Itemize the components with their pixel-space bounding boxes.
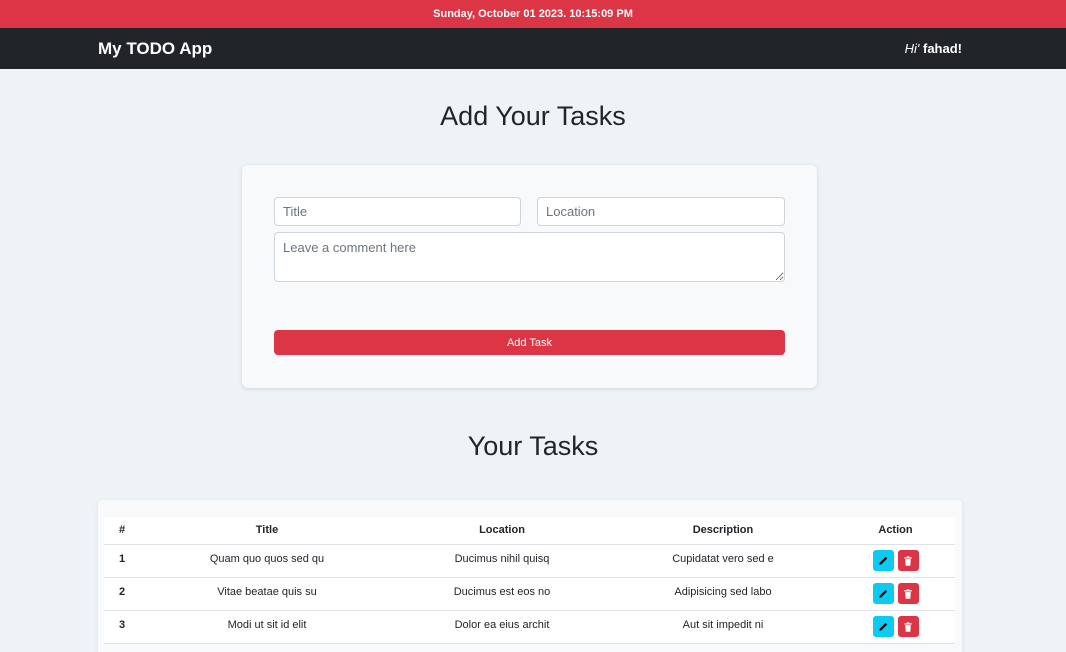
row-description: Aut sit impedit ni [610, 610, 836, 644]
row-title: Vitae beatae quis su [140, 577, 394, 611]
trash-icon [904, 555, 912, 566]
row-location: Dolor ea eius archit [394, 610, 610, 644]
row-number: 2 [104, 577, 140, 611]
date-time-text: Sunday, October 01 2023. 10:15:09 PM [433, 8, 633, 20]
table-row: 1 Quam quo quos sed qu Ducimus nihil qui… [104, 544, 955, 578]
add-task-form: Add Task [242, 165, 817, 388]
your-tasks-heading: Your Tasks [467, 431, 599, 461]
navbar: My TODO App Hi' fahad! [0, 28, 1066, 69]
row-title: Modi ut sit id elit [140, 610, 394, 644]
username: fahad! [923, 41, 962, 56]
row-description: Cupidatat vero sed e [610, 544, 836, 578]
edit-button[interactable] [872, 583, 894, 604]
delete-button[interactable] [897, 616, 919, 637]
row-actions [836, 544, 955, 578]
row-actions [836, 610, 955, 644]
row-location: Ducimus nihil quisq [394, 544, 610, 578]
title-input[interactable] [274, 197, 521, 226]
row-number: 1 [104, 544, 140, 578]
pencil-icon [879, 622, 888, 631]
column-header-action: Action [836, 517, 955, 545]
app-brand[interactable]: My TODO App [98, 39, 212, 59]
tasks-table-card: # Title Location Description Action 1 Qu… [98, 500, 962, 652]
delete-button[interactable] [897, 550, 919, 571]
row-number: 3 [104, 610, 140, 644]
comment-textarea[interactable] [274, 232, 785, 282]
delete-button[interactable] [897, 583, 919, 604]
table-row: 3 Modi ut sit id elit Dolor ea eius arch… [104, 610, 955, 644]
row-actions [836, 577, 955, 611]
column-header-location: Location [394, 517, 610, 545]
row-title: Quam quo quos sed qu [140, 544, 394, 578]
edit-button[interactable] [872, 616, 894, 637]
greeting-hi: Hi' [904, 41, 920, 56]
column-header-title: Title [140, 517, 394, 545]
table-header-row: # Title Location Description Action [104, 517, 955, 545]
add-tasks-heading: Add Your Tasks [440, 101, 626, 131]
date-time-bar: Sunday, October 01 2023. 10:15:09 PM [0, 0, 1066, 28]
location-input[interactable] [537, 197, 785, 226]
user-greeting: Hi' fahad! [905, 41, 962, 56]
column-header-description: Description [610, 517, 836, 545]
row-location: Ducimus est eos no [394, 577, 610, 611]
tasks-table: # Title Location Description Action 1 Qu… [104, 517, 955, 644]
table-row: 2 Vitae beatae quis su Ducimus est eos n… [104, 577, 955, 611]
add-task-button[interactable]: Add Task [274, 330, 785, 355]
column-header-number: # [104, 517, 140, 545]
trash-icon [904, 621, 912, 632]
pencil-icon [879, 556, 888, 565]
row-description: Adipisicing sed labo [610, 577, 836, 611]
pencil-icon [879, 589, 888, 598]
edit-button[interactable] [872, 550, 894, 571]
trash-icon [904, 588, 912, 599]
